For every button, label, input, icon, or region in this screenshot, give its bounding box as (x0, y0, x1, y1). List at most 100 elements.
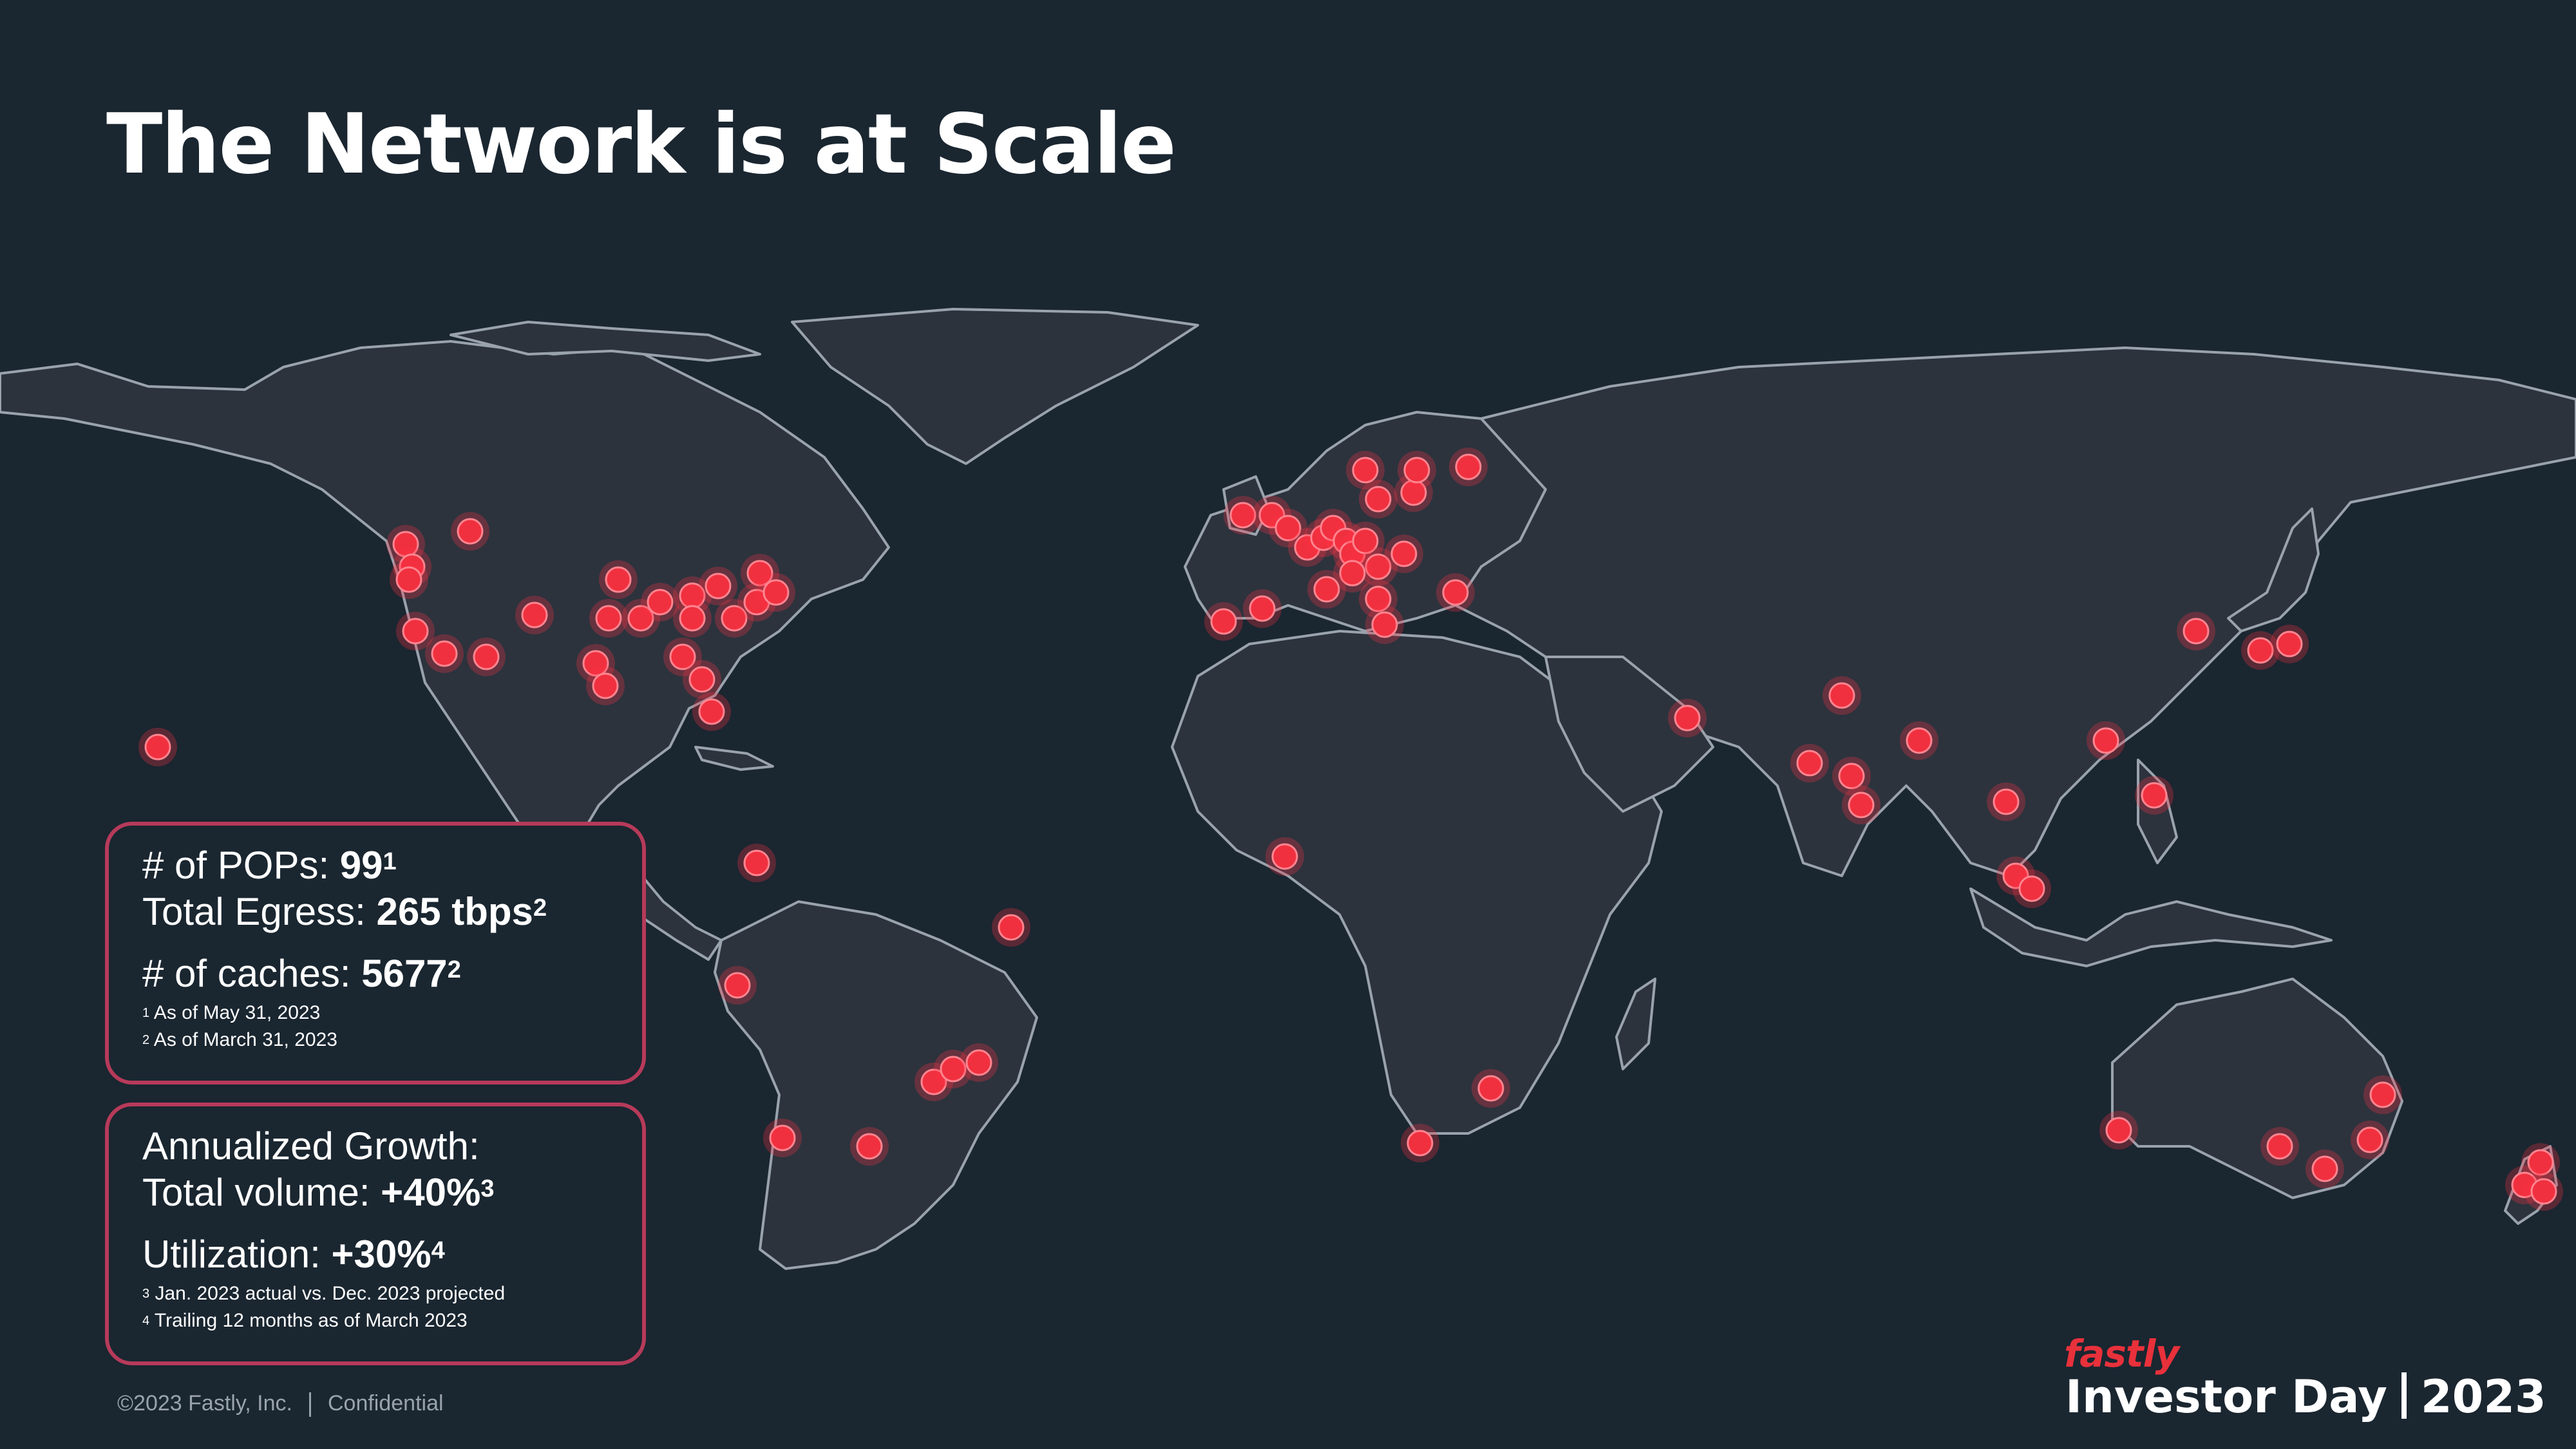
footnote-1: 1 As of May 31, 2023 (142, 999, 609, 1027)
pop-marker (1668, 699, 1707, 737)
pop-marker-dot (647, 589, 674, 616)
pop-marker-dot (1271, 843, 1298, 870)
pop-marker (1346, 451, 1385, 489)
footnote-3-ref: 3 (142, 1287, 150, 1301)
pop-marker-dot (2266, 1133, 2293, 1160)
pop-marker (1307, 570, 1346, 609)
pop-marker-dot (2369, 1081, 2396, 1108)
pop-marker-dot (769, 1124, 796, 1151)
pop-marker (1365, 605, 1404, 644)
caches-value: 5677 (361, 952, 448, 995)
egress-value: 265 tbps (376, 890, 533, 933)
pop-marker-dot (856, 1133, 883, 1160)
pop-marker-dot (402, 618, 429, 645)
copyright-text: ©2023 Fastly, Inc. (117, 1391, 292, 1416)
caches-label: # of caches: (142, 952, 362, 995)
footnote-3-text: Jan. 2023 actual vs. Dec. 2023 projected (149, 1283, 506, 1304)
pop-marker (1472, 1069, 1510, 1108)
footer-divider (308, 1392, 311, 1417)
confidential-text: Confidential (327, 1391, 444, 1416)
pop-marker-dot (1313, 576, 1340, 603)
pop-marker-dot (1796, 750, 1823, 777)
pop-marker (2012, 869, 2051, 908)
network-stats-box: # of POPs: 991 Total Egress: 265 tbps2 #… (105, 822, 646, 1084)
pop-marker (2351, 1121, 2389, 1159)
volume-value: +40% (381, 1171, 481, 1214)
pop-marker-dot (2530, 1178, 2557, 1205)
pop-marker (673, 599, 712, 638)
pop-marker-dot (1674, 705, 1701, 732)
page-title: The Network is at Scale (106, 97, 1177, 193)
pop-marker-dot (1838, 762, 1865, 790)
footnote-4: 4 Trailing 12 months as of March 2023 (142, 1307, 609, 1334)
event-year: 2023 (2420, 1370, 2546, 1423)
pop-marker (1204, 602, 1243, 641)
growth-stats-box: Annualized Growth: Total volume: +40%3 U… (105, 1103, 646, 1365)
pop-marker (757, 573, 795, 612)
volume-stat: Total volume: +40%3 (142, 1170, 609, 1216)
pop-marker-dot (1403, 457, 1430, 484)
event-divider (2401, 1372, 2407, 1419)
pop-marker (2363, 1075, 2402, 1114)
utilization-value: +30% (331, 1233, 431, 1276)
utilization-note-ref: 4 (431, 1237, 445, 1264)
pop-marker (1397, 451, 1436, 489)
pop-marker-dot (998, 914, 1025, 941)
pop-marker-dot (2141, 782, 2168, 809)
pop-marker-dot (1365, 486, 1392, 513)
pop-marker-dot (705, 573, 732, 600)
pop-marker (586, 667, 625, 705)
pop-marker-dot (2276, 630, 2303, 658)
pop-marker (451, 512, 489, 551)
pop-marker-dot (965, 1049, 992, 1076)
pop-marker (1900, 721, 1938, 760)
pop-marker (737, 844, 776, 882)
pop-marker-dot (1848, 791, 1875, 819)
pop-marker-dot (762, 579, 790, 606)
growth-heading: Annualized Growth: (142, 1124, 480, 1168)
pop-marker (763, 1119, 802, 1157)
pop-marker-dot (592, 672, 619, 699)
egress-stat: Total Egress: 265 tbps2 (142, 889, 609, 935)
pop-marker-dot (1906, 727, 1933, 754)
pop-marker (2099, 1111, 2138, 1150)
footnote-2-text: As of March 31, 2023 (149, 1029, 337, 1050)
australia-landmass (2111, 978, 2403, 1199)
footnote-2-ref: 2 (142, 1033, 150, 1047)
pop-marker (1449, 448, 1488, 486)
pop-marker-dot (1371, 611, 1398, 638)
pop-marker (692, 692, 731, 731)
pop-marker-dot (1442, 579, 1469, 606)
pop-marker-dot (473, 643, 500, 670)
pop-marker-dot (743, 849, 770, 876)
pop-marker (599, 560, 638, 599)
pops-label: # of POPs: (142, 844, 340, 887)
pops-value: 99 (339, 844, 383, 887)
fastly-logo: fastly (2064, 1332, 2179, 1376)
utilization-stat: Utilization: +30%4 (142, 1231, 609, 1278)
pop-marker (1842, 786, 1880, 824)
pop-marker (1401, 1124, 1439, 1162)
volume-note-ref: 3 (480, 1175, 495, 1202)
pop-marker-dot (2018, 875, 2045, 902)
pop-marker (390, 560, 428, 599)
south-america-landmass (714, 900, 1038, 1270)
pop-marker (138, 728, 177, 766)
caches-note-ref: 2 (447, 956, 461, 983)
pop-marker-dot (521, 601, 548, 629)
egress-label: Total Egress: (142, 890, 377, 933)
pop-marker-dot (1210, 608, 1237, 635)
caches-stat: # of caches: 56772 (142, 951, 609, 997)
pop-marker (2260, 1127, 2299, 1166)
pop-marker-dot (1390, 540, 1417, 567)
pop-marker (1823, 676, 1861, 715)
pop-marker-dot (1477, 1075, 1504, 1102)
pop-marker-dot (688, 666, 715, 693)
pop-marker (467, 638, 506, 676)
pop-marker (1790, 744, 1829, 782)
footnote-1-ref: 1 (142, 1006, 150, 1020)
footnote-4-text: Trailing 12 months as of March 2023 (149, 1310, 468, 1331)
pop-marker (2524, 1172, 2563, 1211)
pop-marker-dot (698, 698, 725, 725)
footnote-2: 2 As of March 31, 2023 (142, 1027, 609, 1054)
